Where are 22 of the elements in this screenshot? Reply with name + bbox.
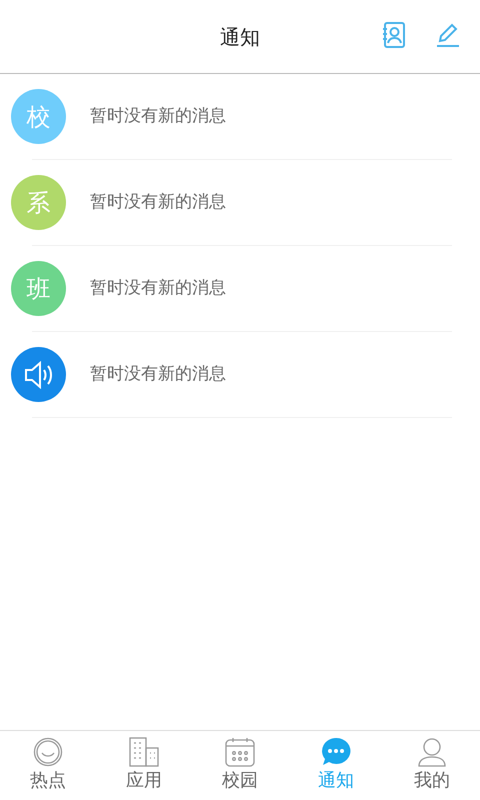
notice-message: 暂时没有新的消息	[90, 362, 226, 386]
tab[interactable]: 热点	[0, 731, 96, 800]
notice-message: 暂时没有新的消息	[90, 104, 226, 128]
page-title: 通知	[220, 24, 260, 50]
smiley-icon	[33, 737, 63, 767]
person-icon	[417, 737, 447, 767]
speaker-icon	[24, 360, 54, 388]
category-avatar: 系	[11, 175, 66, 230]
tab[interactable]: 我的	[384, 731, 480, 800]
contacts-button[interactable]	[382, 22, 406, 48]
calendar-icon	[225, 737, 255, 767]
chat-bubble-icon	[321, 737, 351, 767]
compose-button[interactable]	[436, 22, 460, 48]
tab[interactable]: 校园	[192, 731, 288, 800]
pencil-icon	[436, 22, 460, 48]
buildings-icon	[129, 737, 159, 767]
contact-book-icon	[382, 22, 406, 48]
category-avatar: 班	[11, 261, 66, 316]
tab[interactable]: 应用	[96, 731, 192, 800]
notice-message: 暂时没有新的消息	[90, 190, 226, 214]
notice-message: 暂时没有新的消息	[90, 276, 226, 300]
category-avatar: 校	[11, 89, 66, 144]
